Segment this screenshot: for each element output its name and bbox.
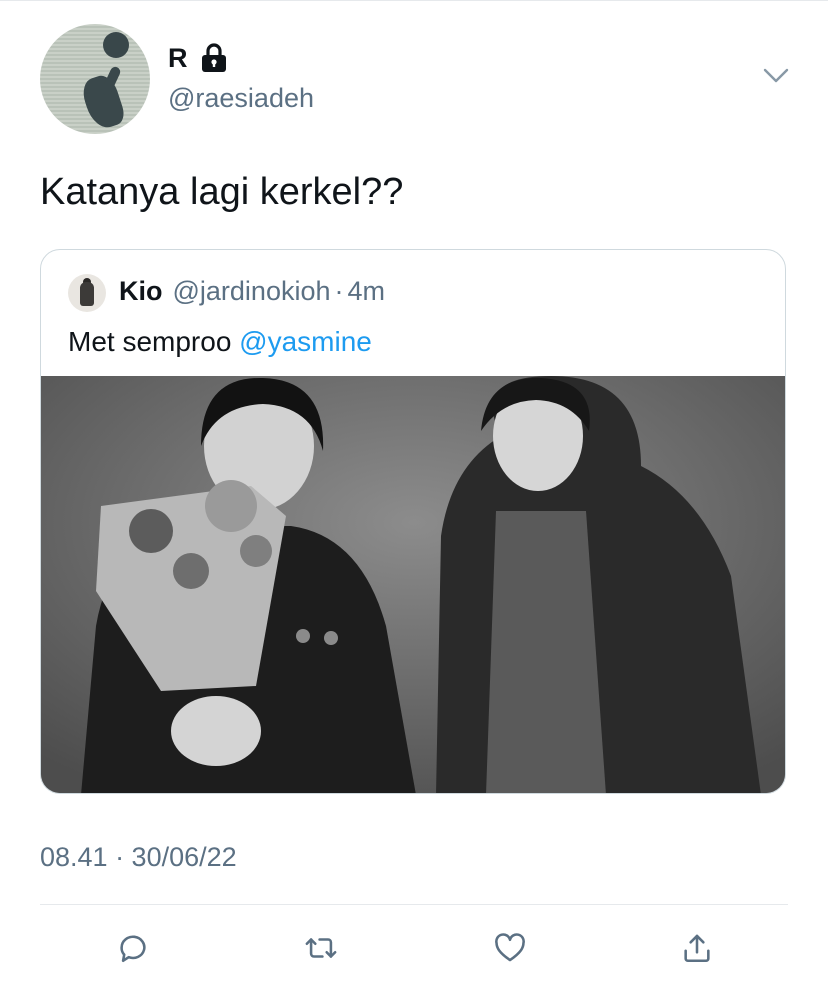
chevron-down-icon[interactable]	[762, 66, 790, 86]
author-avatar[interactable]	[40, 24, 150, 134]
author-display-name[interactable]: R	[168, 42, 188, 74]
quoted-author-name: Kio	[119, 276, 163, 306]
retweet-icon	[305, 938, 337, 958]
quoted-tweet-body: Met semproo	[68, 326, 240, 357]
quoted-tweet-text: Met semproo @yasmine	[68, 326, 372, 358]
mention-link[interactable]: @yasmine	[239, 326, 372, 357]
quoted-tweet-card[interactable]: Kio @jardinokioh · 4m Met semproo @yasmi…	[40, 249, 786, 794]
reply-button[interactable]	[113, 928, 153, 968]
retweet-button[interactable]	[301, 928, 341, 968]
quoted-author-handle: @jardinokioh	[172, 276, 331, 306]
author-name-row: R	[168, 42, 228, 74]
photo-illustration	[41, 376, 785, 793]
reply-icon	[120, 935, 146, 963]
share-icon	[684, 934, 710, 963]
actions-divider	[40, 904, 788, 905]
quoted-tweet-header: Kio @jardinokioh · 4m	[119, 276, 385, 307]
quoted-author-avatar	[68, 274, 106, 312]
quoted-tweet-photo[interactable]	[41, 376, 785, 793]
author-handle[interactable]: @raesiadeh	[168, 83, 314, 114]
tweet-text: Katanya lagi kerkel??	[40, 171, 404, 213]
share-button[interactable]	[677, 928, 717, 968]
top-divider	[0, 0, 828, 1]
lock-icon	[201, 43, 226, 72]
avatar-shape	[103, 32, 129, 58]
quoted-tweet-time: 4m	[347, 276, 386, 306]
separator-dot: ·	[334, 276, 344, 306]
avatar-shape	[78, 72, 128, 132]
tweet-timestamp[interactable]: 08.41 · 30/06/22	[40, 842, 237, 873]
like-icon	[495, 933, 525, 962]
like-button[interactable]	[490, 928, 530, 968]
avatar-shape	[80, 282, 94, 306]
